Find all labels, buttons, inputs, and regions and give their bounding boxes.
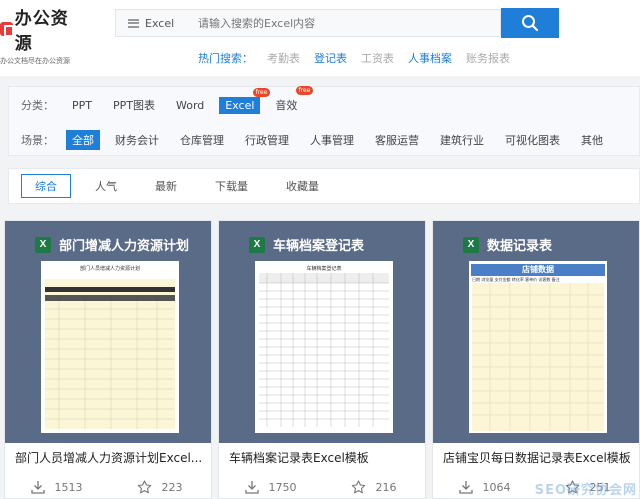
sheet-title: 店铺数据	[471, 264, 605, 276]
search-icon	[522, 15, 539, 32]
excel-icon: X	[249, 236, 265, 253]
card-heading-text: 车辆档案登记表	[273, 239, 365, 254]
excel-icon: X	[463, 236, 479, 253]
card-heading-text: 部门增减人力资源计划	[59, 239, 190, 254]
search-category-label: Excel	[145, 16, 175, 30]
template-card[interactable]: X 部门增减人力资源计划 部门人员增减人力资源计划 部门人员增减人力资源计划Exc…	[4, 220, 212, 499]
watermark: SEO研究协会网	[534, 483, 637, 498]
category-row: 分类： PPT PPT图表 Word Excel free 音效 free	[21, 86, 314, 115]
category-word[interactable]: Word	[170, 97, 210, 114]
scene-label: 场景：	[21, 134, 54, 147]
hot-search-link[interactable]: 考勤表	[267, 50, 300, 66]
download-icon	[30, 481, 45, 494]
hot-search-link[interactable]: 工资表	[361, 50, 394, 66]
hot-search-link[interactable]: 账务报表	[466, 50, 510, 66]
star-icon	[351, 479, 365, 493]
sort-favorites[interactable]: 收藏量	[272, 174, 333, 198]
card-thumbnail[interactable]: X 部门增减人力资源计划 部门人员增减人力资源计划	[5, 221, 211, 443]
scene-construction[interactable]: 建筑行业	[434, 130, 490, 150]
card-thumbnail[interactable]: X 数据记录表 店铺数据 日期 浏览量 支付金额 转化率 客单价 访客数 备注	[433, 221, 639, 443]
sort-comprehensive[interactable]: 综合	[21, 174, 71, 198]
category-excel-label: Excel	[225, 98, 255, 112]
download-count-value: 1513	[54, 480, 83, 494]
category-excel[interactable]: Excel free	[219, 87, 271, 114]
scene-finance[interactable]: 财务会计	[109, 130, 165, 150]
card-stats: 1750 216	[219, 475, 425, 499]
download-count[interactable]: 1513	[5, 480, 108, 494]
sheet-title: 部门人员增减人力资源计划	[79, 266, 140, 272]
sheet-title: 车辆档案登记表	[306, 266, 342, 272]
free-badge: free	[252, 87, 271, 97]
scene-other[interactable]: 其他	[575, 130, 609, 150]
download-count-value: 1750	[268, 480, 297, 494]
scene-visual-chart[interactable]: 可视化图表	[499, 130, 566, 150]
site-header: 办公资源 办公文档尽在办公资源 Excel 热门搜索： 考勤表 登记表 工资表 …	[0, 0, 640, 76]
search-button[interactable]	[501, 8, 559, 38]
favorite-count[interactable]: 216	[322, 479, 425, 495]
category-ppt[interactable]: PPT	[66, 97, 98, 114]
category-audio-label: 音效	[275, 99, 298, 112]
star-icon	[137, 479, 151, 493]
card-heading: X 部门增减人力资源计划	[35, 235, 189, 254]
sheet-preview: 部门人员增减人力资源计划	[41, 261, 179, 433]
template-card[interactable]: X 车辆档案登记表 车辆档案登记表 车辆档案记录表Excel模板 1750 216	[218, 220, 426, 499]
hot-search-label: 热门搜索：	[198, 52, 253, 65]
favorite-count[interactable]: 223	[108, 479, 211, 495]
category-ppt-chart[interactable]: PPT图表	[107, 95, 161, 115]
scene-admin[interactable]: 行政管理	[239, 130, 295, 150]
download-count[interactable]: 1750	[219, 480, 322, 494]
card-title[interactable]: 车辆档案记录表Excel模板	[229, 449, 419, 466]
free-badge: free	[295, 86, 314, 95]
search-box: Excel	[115, 9, 501, 37]
sheet-grid	[472, 283, 604, 431]
favorite-count-value: 216	[375, 480, 397, 494]
card-stats: 1513 223	[5, 475, 211, 499]
scene-warehouse[interactable]: 仓库管理	[174, 130, 230, 150]
category-label: 分类：	[21, 99, 54, 112]
hot-search-link[interactable]: 人事档案	[408, 50, 452, 66]
logo-subtitle: 办公文档尽在办公资源	[0, 57, 70, 65]
sort-bar: 综合 人气 最新 下载量 收藏量	[8, 168, 640, 204]
filter-panel: 分类： PPT PPT图表 Word Excel free 音效 free 场景： …	[8, 86, 640, 156]
download-icon	[244, 481, 259, 494]
card-heading: X 数据记录表	[463, 235, 552, 254]
sheet-preview: 车辆档案登记表	[255, 261, 393, 433]
category-audio[interactable]: 音效 free	[269, 86, 314, 115]
scene-row: 场景： 全部 财务会计 仓库管理 行政管理 人事管理 客服运营 建筑行业 可视化…	[21, 130, 618, 150]
sort-popularity[interactable]: 人气	[81, 174, 131, 198]
sort-downloads[interactable]: 下载量	[201, 174, 262, 198]
download-count-value: 1064	[482, 480, 511, 494]
favorite-count-value: 223	[161, 480, 183, 494]
download-icon	[458, 481, 473, 494]
scene-customer-service[interactable]: 客服运营	[369, 130, 425, 150]
sort-newest[interactable]: 最新	[141, 174, 191, 198]
sheet-grid	[259, 273, 389, 427]
sheet-preview: 店铺数据 日期 浏览量 支付金额 转化率 客单价 访客数 备注	[469, 261, 607, 433]
card-heading: X 车辆档案登记表	[249, 235, 364, 254]
hot-search: 热门搜索： 考勤表 登记表 工资表 人事档案 账务报表	[198, 50, 510, 66]
search-category-select[interactable]: Excel	[116, 10, 198, 36]
excel-icon: X	[35, 236, 51, 253]
site-logo[interactable]: 办公资源 办公文档尽在办公资源	[0, 4, 80, 66]
template-card[interactable]: X 数据记录表 店铺数据 日期 浏览量 支付金额 转化率 客单价 访客数 备注 店…	[432, 220, 640, 499]
card-title[interactable]: 部门人员增减人力资源计划Excel...	[15, 449, 205, 466]
menu-icon	[128, 18, 139, 28]
logo-title: 办公资源	[14, 9, 69, 54]
scene-all[interactable]: 全部	[66, 130, 100, 150]
card-thumbnail[interactable]: X 车辆档案登记表 车辆档案登记表	[219, 221, 425, 443]
card-title[interactable]: 店铺宝贝每日数据记录表Excel模板	[443, 449, 633, 466]
scene-hr[interactable]: 人事管理	[304, 130, 360, 150]
sheet-grid	[45, 279, 175, 429]
card-heading-text: 数据记录表	[487, 239, 553, 254]
hot-search-link[interactable]: 登记表	[314, 50, 347, 66]
logo-icon	[0, 22, 14, 37]
search-input[interactable]	[198, 16, 488, 30]
download-count[interactable]: 1064	[433, 480, 536, 494]
